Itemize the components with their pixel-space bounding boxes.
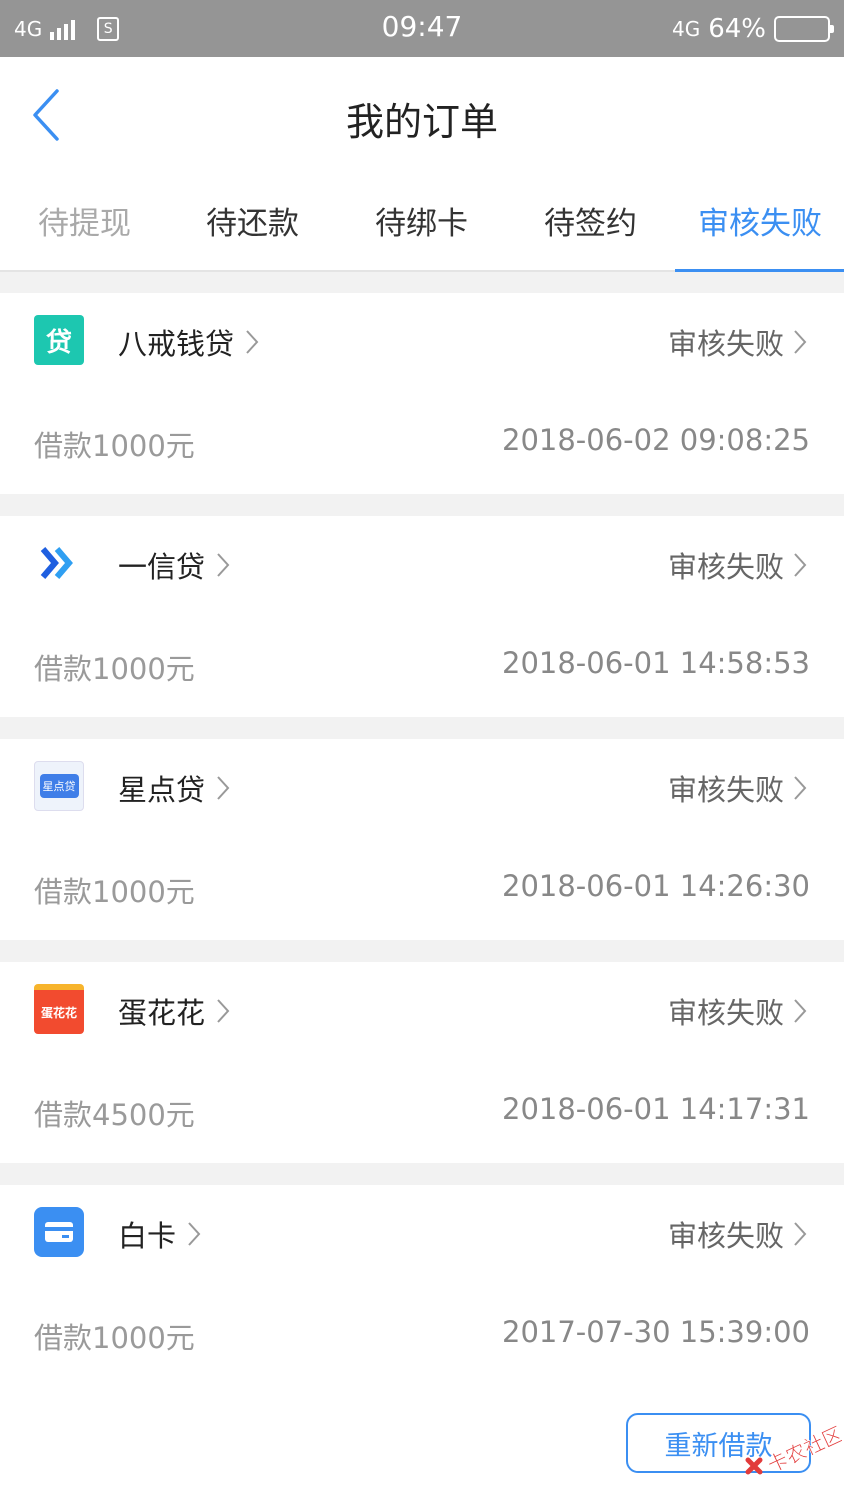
chevron-right-icon	[790, 772, 810, 804]
tab-pending-sign[interactable]: 待签约	[544, 198, 637, 243]
order-card[interactable]: 一信贷 审核失败 借款1000元 2018-06-01 14:58:53	[0, 516, 844, 717]
order-app-name[interactable]: 蛋花花	[118, 990, 233, 1032]
order-amount: 借款1000元	[34, 652, 195, 686]
chevron-right-icon	[213, 549, 233, 581]
order-amount: 借款1000元	[34, 429, 195, 463]
order-status[interactable]: 审核失败	[668, 544, 810, 586]
chevron-right-icon	[790, 326, 810, 358]
battery-percent: 64%	[708, 14, 766, 44]
chevron-right-icon	[213, 995, 233, 1027]
tab-pending-withdraw[interactable]: 待提现	[38, 198, 131, 243]
active-tab-indicator	[675, 269, 844, 272]
order-amount: 借款4500元	[34, 1098, 195, 1132]
status-right: 4G 64%	[671, 12, 834, 46]
order-time: 2018-06-02 09:08:25	[502, 423, 810, 457]
order-app-name[interactable]: 星点贷	[118, 767, 233, 809]
order-card[interactable]: 星点贷 星点贷 审核失败 借款1000元 2018-06-01 14:26:30	[0, 739, 844, 940]
xingdiandai-logo-icon: 星点贷	[34, 761, 84, 811]
chevron-right-icon	[790, 1218, 810, 1250]
order-time: 2018-06-01 14:17:31	[502, 1092, 810, 1126]
order-status[interactable]: 审核失败	[668, 990, 810, 1032]
chevron-right-icon	[184, 1218, 204, 1250]
order-app-name[interactable]: 八戒钱贷	[118, 321, 262, 363]
order-time: 2018-06-01 14:26:30	[502, 869, 810, 903]
order-amount: 借款1000元	[34, 1321, 195, 1355]
order-app-name[interactable]: 一信贷	[118, 544, 233, 586]
order-app-name[interactable]: 白卡	[118, 1213, 204, 1255]
tab-review-failed[interactable]: 审核失败	[698, 198, 822, 243]
status-bar: 4G S 09:47 4G 64%	[0, 0, 844, 57]
order-time: 2018-06-01 14:58:53	[502, 646, 810, 680]
order-card[interactable]: 贷 八戒钱贷 审核失败 借款1000元 2018-06-02 09:08:25	[0, 293, 844, 494]
order-status[interactable]: 审核失败	[668, 321, 810, 363]
danhuahua-logo-icon: 蛋花花	[34, 984, 84, 1034]
order-status[interactable]: 审核失败	[668, 767, 810, 809]
chevron-right-icon	[790, 995, 810, 1027]
order-card[interactable]: 蛋花花 蛋花花 审核失败 借款4500元 2018-06-01 14:17:31	[0, 962, 844, 1163]
order-time: 2017-07-30 15:39:00	[502, 1315, 810, 1349]
chevron-right-icon	[213, 772, 233, 804]
order-status[interactable]: 审核失败	[668, 1213, 810, 1255]
page-title: 我的订单	[345, 100, 498, 144]
order-amount: 借款1000元	[34, 875, 195, 909]
tab-pending-repay[interactable]: 待还款	[206, 198, 299, 243]
yixindai-logo-icon	[34, 538, 84, 588]
network-type-right: 4G	[671, 17, 701, 41]
chevron-right-icon	[790, 549, 810, 581]
tab-pending-bind-card[interactable]: 待绑卡	[375, 198, 468, 243]
baika-card-icon	[34, 1207, 84, 1257]
reborrow-button[interactable]: 重新借款	[626, 1413, 811, 1473]
battery-icon	[774, 16, 834, 42]
chevron-right-icon	[242, 326, 262, 358]
order-tabs: 待提现 待还款 待绑卡 待签约 审核失败	[0, 174, 844, 272]
nav-bar: 我的订单	[0, 57, 844, 174]
bajie-logo-icon: 贷	[34, 315, 84, 365]
